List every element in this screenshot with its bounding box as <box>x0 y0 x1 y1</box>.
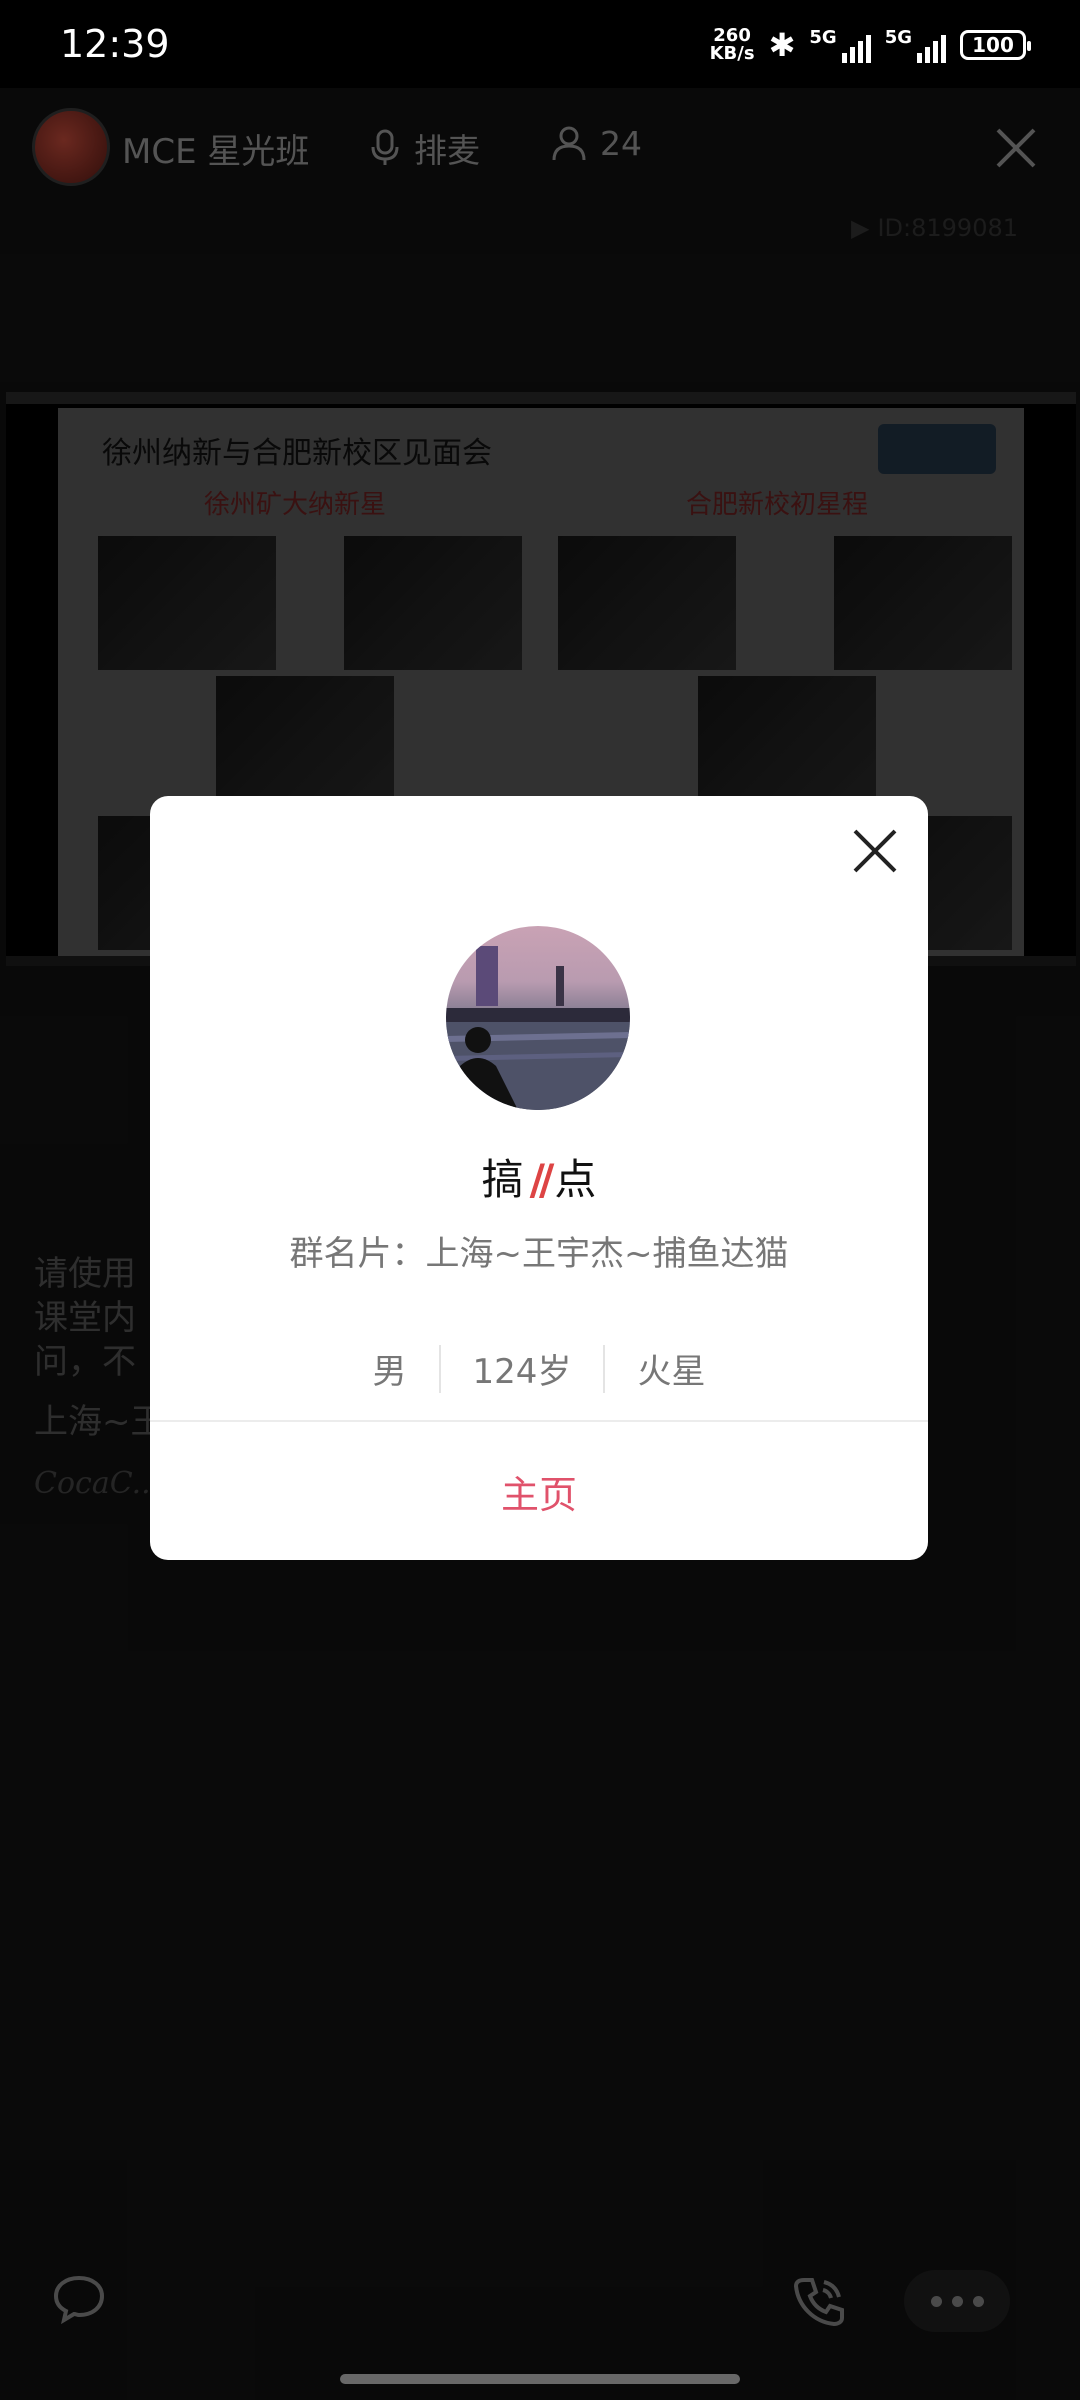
status-time: 12:39 <box>60 22 170 66</box>
profile-avatar[interactable] <box>446 926 630 1110</box>
nickname: 搞//点 <box>481 1155 597 1204</box>
network-speed: 260 KB/s <box>709 25 755 64</box>
homepage-button[interactable]: 主页 <box>150 1422 928 1560</box>
close-icon[interactable] <box>850 826 900 876</box>
age-label: 124岁 <box>472 1352 572 1392</box>
group-card-name: 群名片：上海~王宇杰~捕鱼达猫 <box>289 1234 789 1274</box>
profile-card: 搞//点 群名片：上海~王宇杰~捕鱼达猫 男 124岁 火星 主页 <box>150 796 928 1560</box>
gender-label: 男 <box>372 1352 407 1392</box>
location-label: 火星 <box>637 1352 706 1392</box>
signal-icon: 5G <box>885 27 946 63</box>
battery-icon: 100 <box>960 30 1031 60</box>
bluetooth-icon: ✱ <box>768 26 796 64</box>
status-bar: 12:39 260 KB/s ✱ 5G 5G 100 <box>0 0 1080 88</box>
signal-icon: 5G <box>809 27 871 63</box>
profile-info-row: 男 124岁 火星 <box>150 1344 928 1393</box>
status-icons: 260 KB/s ✱ 5G 5G 100 <box>709 25 1031 64</box>
